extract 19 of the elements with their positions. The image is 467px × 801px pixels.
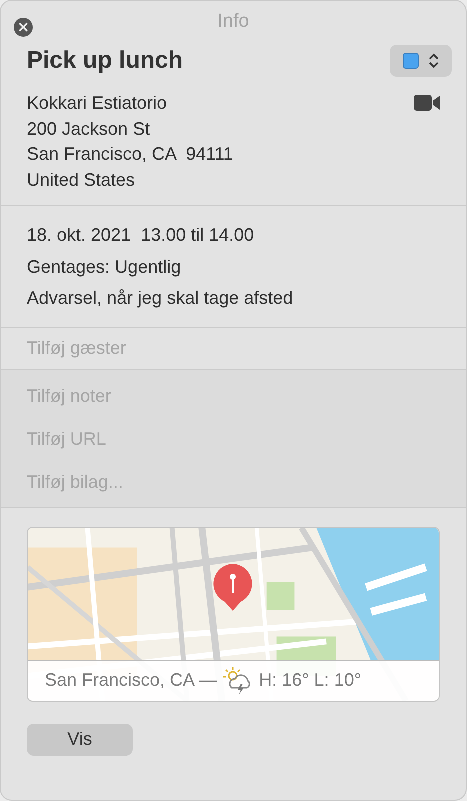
calendar-color-button[interactable] [390, 45, 452, 77]
sun-storm-cloud-icon [223, 666, 254, 694]
chevron-updown-icon [429, 53, 439, 69]
location-line: San Francisco, CA 94111 [27, 143, 234, 166]
alert-setting[interactable]: Advarsel, når jeg skal tage afsted [27, 286, 440, 312]
event-date: 18. okt. 2021 13.00 til 14.00 [27, 224, 256, 247]
temperature-text: H: 16° L: 10° [259, 670, 362, 691]
event-title: Pick up lunch [27, 47, 184, 75]
map-location-text: San Francisco, CA — [45, 670, 218, 691]
window-title: Info [218, 11, 250, 33]
map-pin-icon [211, 562, 255, 612]
guests-field[interactable]: Tilføj gæster [27, 338, 287, 358]
repeat-setting[interactable]: Gentages: Ugentlig [27, 254, 440, 280]
location-line: United States [27, 168, 136, 192]
location-line: 200 Jackson St [27, 118, 152, 140]
close-button[interactable]: × [14, 18, 33, 37]
show-button[interactable]: Vis [27, 724, 133, 756]
video-camera-icon[interactable] [414, 95, 440, 111]
location-line: Kokkari Estiatorio [27, 92, 168, 115]
